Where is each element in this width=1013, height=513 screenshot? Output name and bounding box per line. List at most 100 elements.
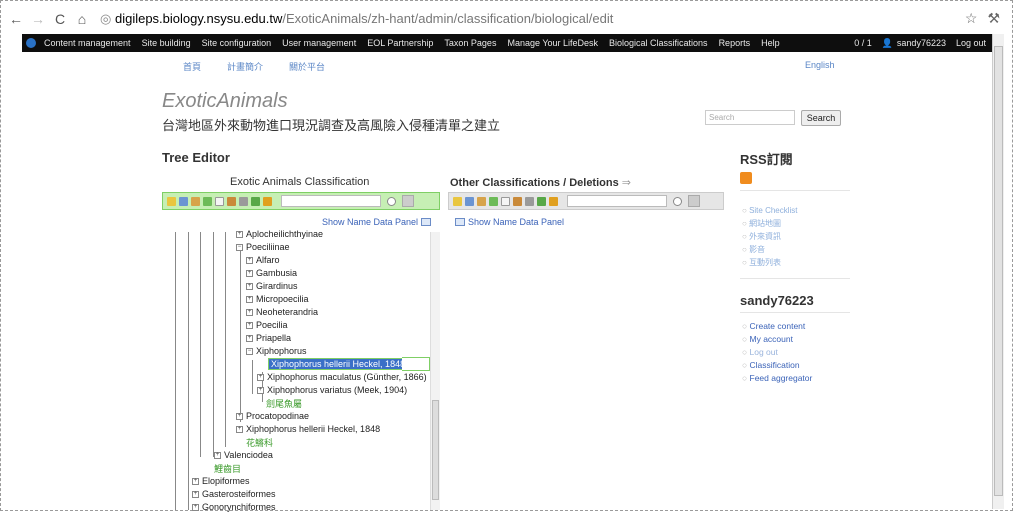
clear-search-icon[interactable] [673, 196, 682, 206]
home-icon[interactable]: ⌂ [74, 11, 90, 27]
move-icon[interactable] [203, 196, 212, 206]
expand-icon[interactable]: + [246, 308, 253, 316]
admin-menu-item[interactable]: Site building [142, 38, 191, 48]
tree-node[interactable]: 花鱂科 [246, 436, 273, 448]
tree-node[interactable]: − Xiphophorus [246, 345, 307, 357]
admin-menu-item[interactable]: Manage Your LifeDesk [507, 38, 598, 48]
show-name-data-panel-right[interactable]: Show Name Data Panel [455, 217, 564, 227]
paste-icon[interactable] [513, 196, 522, 206]
tree-node[interactable]: + Gambusia [246, 267, 297, 279]
user-menu-link[interactable]: Classification [742, 359, 812, 372]
forward-icon[interactable]: → [30, 11, 46, 27]
tree-node[interactable]: + Procatopodinae [236, 410, 309, 422]
tree-node[interactable]: − Poeciliinae [236, 241, 290, 253]
expand-icon[interactable]: + [236, 412, 243, 420]
tree-node[interactable]: + Gasterosteiformes [192, 488, 276, 500]
expand-icon[interactable]: + [236, 425, 243, 433]
page-scrollbar-thumb[interactable] [994, 46, 1003, 496]
search-go-icon[interactable] [402, 195, 414, 207]
admin-menu-item[interactable]: Biological Classifications [609, 38, 708, 48]
export-icon[interactable] [263, 196, 272, 206]
nav-platform-link[interactable]: 關於平台 [289, 60, 325, 73]
tree-scrollbar[interactable] [430, 232, 440, 510]
delete-icon[interactable] [239, 196, 248, 206]
add-child-icon[interactable] [167, 196, 176, 206]
user-menu-link[interactable]: Log out [742, 346, 812, 359]
bookmark-star-icon[interactable]: ☆ [965, 10, 978, 27]
expand-icon[interactable]: + [246, 295, 253, 303]
arrow-icon[interactable]: ⇒ [622, 177, 631, 189]
nav-about-link[interactable]: 計畫簡介 [227, 60, 263, 73]
export-icon[interactable] [549, 196, 558, 206]
tree-node[interactable]: + Gonorynchiformes [192, 501, 276, 513]
tree-node[interactable]: + Neoheterandria [246, 306, 318, 318]
show-name-data-panel-left[interactable]: Show Name Data Panel [322, 217, 432, 227]
wrench-icon[interactable]: ⚒ [987, 10, 1000, 27]
tree-node[interactable]: + Aplocheilichthyinae [236, 228, 323, 240]
right-tree-search-input[interactable] [567, 195, 667, 207]
admin-menu-item[interactable]: Reports [719, 38, 751, 48]
expand-icon[interactable]: + [257, 373, 264, 381]
rename-edit-box[interactable] [402, 357, 430, 371]
tree-node[interactable]: + Valenciodea [214, 449, 273, 461]
admin-menu-item[interactable]: Taxon Pages [444, 38, 496, 48]
site-link[interactable]: 互動列表 [742, 256, 798, 269]
rss-feed-icon[interactable] [740, 172, 752, 184]
site-link[interactable]: 網站地圖 [742, 217, 798, 230]
refresh-icon[interactable] [251, 196, 260, 206]
user-menu-link[interactable]: Create content [742, 320, 812, 333]
site-link[interactable]: 外來資訊 [742, 230, 798, 243]
search-input[interactable]: Search [705, 110, 795, 125]
left-tree-search-input[interactable] [281, 195, 381, 207]
tree-scrollbar-thumb[interactable] [432, 400, 439, 500]
tree-node[interactable]: 鯉齒目 [214, 462, 241, 474]
expand-icon[interactable]: + [214, 451, 221, 459]
search-go-icon[interactable] [688, 195, 700, 207]
admin-menu-item[interactable]: EOL Partnership [367, 38, 433, 48]
admin-menu-item[interactable]: Help [761, 38, 780, 48]
admin-menu-item[interactable]: User management [282, 38, 356, 48]
tree-node[interactable]: + Elopiformes [192, 475, 250, 487]
tree-node[interactable]: 劍尾魚屬 [266, 397, 302, 409]
add-child-icon[interactable] [453, 196, 462, 206]
language-link[interactable]: English [805, 60, 835, 70]
refresh-icon[interactable] [537, 196, 546, 206]
site-link[interactable]: Site Checklist [742, 204, 797, 217]
nav-home-link[interactable]: 首頁 [183, 60, 201, 73]
back-icon[interactable]: ← [8, 11, 24, 27]
collapse-icon[interactable]: − [246, 347, 253, 355]
expand-icon[interactable]: + [192, 490, 199, 498]
admin-menu-item[interactable]: Site configuration [202, 38, 272, 48]
expand-icon[interactable]: + [246, 321, 253, 329]
tree-node[interactable]: + Alfaro [246, 254, 280, 266]
site-link[interactable]: 影音 [742, 243, 798, 256]
expand-icon[interactable]: + [246, 282, 253, 290]
expand-icon[interactable]: + [246, 269, 253, 277]
expand-icon[interactable]: + [192, 503, 199, 511]
collapse-icon[interactable]: − [236, 243, 243, 251]
user-menu-link[interactable]: My account [742, 333, 812, 346]
move-icon[interactable] [489, 196, 498, 206]
admin-username-link[interactable]: sandy76223 [897, 38, 946, 48]
expand-icon[interactable]: + [246, 334, 253, 342]
expand-icon[interactable]: + [236, 230, 243, 238]
tree-node[interactable]: + Xiphophorus maculatus (Günther, 1866) [257, 371, 427, 383]
expand-icon[interactable]: + [257, 386, 264, 394]
tree-node[interactable]: + Xiphophorus hellerii Heckel, 1848 [236, 423, 380, 435]
expand-icon[interactable]: + [246, 256, 253, 264]
copy-icon[interactable] [501, 196, 510, 206]
drupal-icon[interactable] [26, 38, 36, 48]
paste-icon[interactable] [227, 196, 236, 206]
tree-node[interactable]: Xiphophorus hellerii Heckel, 1848 [268, 358, 409, 370]
admin-menu-item[interactable]: Content management [44, 38, 131, 48]
admin-logout-link[interactable]: Log out [956, 38, 986, 48]
edit-icon[interactable] [477, 196, 486, 206]
user-menu-link[interactable]: Feed aggregator [742, 372, 813, 385]
search-button[interactable]: Search [801, 110, 841, 126]
add-sibling-icon[interactable] [179, 196, 188, 206]
delete-icon[interactable] [525, 196, 534, 206]
edit-icon[interactable] [191, 196, 200, 206]
add-sibling-icon[interactable] [465, 196, 474, 206]
tree-node[interactable]: + Girardinus [246, 280, 298, 292]
page-scrollbar[interactable] [992, 34, 1004, 509]
